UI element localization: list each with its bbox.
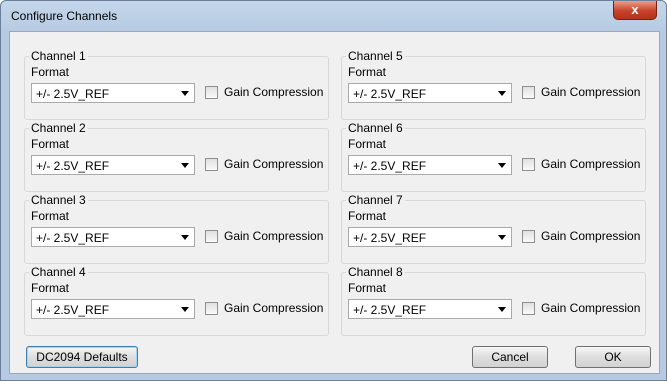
chevron-down-icon <box>181 163 189 168</box>
channel-5-group: Channel 5 Format +/- 2.5V_REF Gain Compr… <box>341 49 646 120</box>
channel-8-gain-checkbox[interactable] <box>522 302 535 315</box>
channel-3-group: Channel 3 Format +/- 2.5V_REF Gain Compr… <box>24 193 329 264</box>
chevron-down-icon <box>498 235 506 240</box>
close-icon: x <box>631 2 639 17</box>
channel-8-format-label: Format <box>348 281 387 295</box>
channel-8-gain-label[interactable]: Gain Compression <box>541 301 640 315</box>
channel-4-title: Channel 4 <box>29 265 88 279</box>
channel-3-gain-label[interactable]: Gain Compression <box>224 229 323 243</box>
channel-5-format-label: Format <box>348 65 387 79</box>
channel-2-title: Channel 2 <box>29 121 88 135</box>
channel-4-gain-label[interactable]: Gain Compression <box>224 301 323 315</box>
channel-2-gain-label[interactable]: Gain Compression <box>224 157 323 171</box>
channel-5-title: Channel 5 <box>346 49 405 63</box>
channel-6-title: Channel 6 <box>346 121 405 135</box>
channel-2-gain-checkbox[interactable] <box>205 158 218 171</box>
channel-5-format-value: +/- 2.5V_REF <box>353 87 427 101</box>
channel-1-format-select[interactable]: +/- 2.5V_REF <box>31 83 195 103</box>
channel-2-format-value: +/- 2.5V_REF <box>36 159 110 173</box>
channel-6-gain-label[interactable]: Gain Compression <box>541 157 640 171</box>
channel-3-title: Channel 3 <box>29 193 88 207</box>
configure-channels-dialog: Configure Channels x Channel 1 Format +/… <box>0 0 667 381</box>
chevron-down-icon <box>181 307 189 312</box>
channel-1-format-label: Format <box>31 65 70 79</box>
channel-5-format-select[interactable]: +/- 2.5V_REF <box>348 83 512 103</box>
channel-1-format-value: +/- 2.5V_REF <box>36 87 110 101</box>
channel-5-gain-label[interactable]: Gain Compression <box>541 85 640 99</box>
channel-7-group: Channel 7 Format +/- 2.5V_REF Gain Compr… <box>341 193 646 264</box>
channel-1-title: Channel 1 <box>29 49 88 63</box>
channel-1-group: Channel 1 Format +/- 2.5V_REF Gain Compr… <box>24 49 329 120</box>
channel-7-format-label: Format <box>348 209 387 223</box>
channel-7-title: Channel 7 <box>346 193 405 207</box>
title-bar[interactable]: Configure Channels x <box>1 1 666 31</box>
channel-4-group: Channel 4 Format +/- 2.5V_REF Gain Compr… <box>24 265 329 336</box>
chevron-down-icon <box>498 91 506 96</box>
channel-4-gain-checkbox[interactable] <box>205 302 218 315</box>
chevron-down-icon <box>181 91 189 96</box>
channel-5-gain-checkbox[interactable] <box>522 86 535 99</box>
channel-6-group: Channel 6 Format +/- 2.5V_REF Gain Compr… <box>341 121 646 192</box>
channel-6-format-value: +/- 2.5V_REF <box>353 159 427 173</box>
channel-4-format-select[interactable]: +/- 2.5V_REF <box>31 299 195 319</box>
cancel-button[interactable]: Cancel <box>472 346 548 368</box>
channel-8-group: Channel 8 Format +/- 2.5V_REF Gain Compr… <box>341 265 646 336</box>
channel-7-format-value: +/- 2.5V_REF <box>353 231 427 245</box>
channel-4-format-value: +/- 2.5V_REF <box>36 303 110 317</box>
channel-8-format-select[interactable]: +/- 2.5V_REF <box>348 299 512 319</box>
chevron-down-icon <box>181 235 189 240</box>
channel-7-gain-checkbox[interactable] <box>522 230 535 243</box>
channel-3-format-select[interactable]: +/- 2.5V_REF <box>31 227 195 247</box>
chevron-down-icon <box>498 163 506 168</box>
ok-button[interactable]: OK <box>575 346 651 368</box>
channel-2-format-label: Format <box>31 137 70 151</box>
channel-6-gain-checkbox[interactable] <box>522 158 535 171</box>
channel-6-format-label: Format <box>348 137 387 151</box>
dc2094-defaults-button[interactable]: DC2094 Defaults <box>26 346 138 368</box>
chevron-down-icon <box>498 307 506 312</box>
channel-1-gain-label[interactable]: Gain Compression <box>224 85 323 99</box>
channel-2-group: Channel 2 Format +/- 2.5V_REF Gain Compr… <box>24 121 329 192</box>
channel-3-gain-checkbox[interactable] <box>205 230 218 243</box>
dialog-client-area: Channel 1 Format +/- 2.5V_REF Gain Compr… <box>9 31 660 374</box>
channel-3-format-value: +/- 2.5V_REF <box>36 231 110 245</box>
channel-7-gain-label[interactable]: Gain Compression <box>541 229 640 243</box>
channel-6-format-select[interactable]: +/- 2.5V_REF <box>348 155 512 175</box>
channel-1-gain-checkbox[interactable] <box>205 86 218 99</box>
channel-8-format-value: +/- 2.5V_REF <box>353 303 427 317</box>
channel-2-format-select[interactable]: +/- 2.5V_REF <box>31 155 195 175</box>
channel-7-format-select[interactable]: +/- 2.5V_REF <box>348 227 512 247</box>
channel-3-format-label: Format <box>31 209 70 223</box>
close-button[interactable]: x <box>613 1 657 20</box>
window-title: Configure Channels <box>11 9 118 23</box>
channel-8-title: Channel 8 <box>346 265 405 279</box>
channel-4-format-label: Format <box>31 281 70 295</box>
